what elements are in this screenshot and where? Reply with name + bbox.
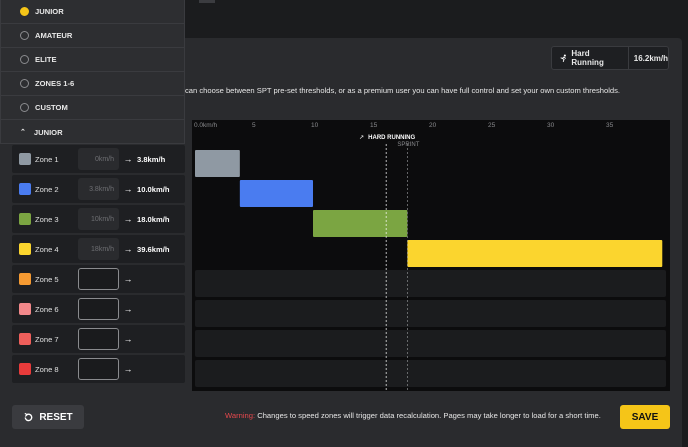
warning-label: Warning: — [225, 411, 256, 420]
empty-zone-row — [195, 360, 666, 387]
zone-max-value: 10.0km/h — [137, 184, 170, 194]
empty-zone-row — [195, 270, 666, 297]
zone-color-swatch[interactable] — [19, 333, 31, 345]
threshold-label: HARD RUNNING — [368, 135, 415, 141]
radio-icon — [20, 79, 29, 88]
level-dropdown-menu: JUNIOR AMATEUR ELITE ZONES 1-6 CUSTOM ⌃ J… — [0, 0, 185, 144]
x-tick-label: 0.0km/h — [194, 122, 218, 129]
arrow-right-icon: → — [123, 214, 133, 224]
zone-min-input[interactable] — [78, 358, 119, 380]
empty-zone-row — [195, 330, 666, 357]
speed-zones-chart: 0.0km/h 5 10 15 20 25 30 35 HARD RUNNINGSPRINT ↗ — [192, 120, 670, 391]
zone-name: Zone 4 — [35, 244, 59, 254]
zone-color-swatch[interactable] — [19, 303, 31, 315]
option-label: ELITE — [35, 55, 57, 64]
hard-running-card: Hard Running 16.2km/h — [551, 46, 669, 70]
zone-min-input[interactable] — [78, 298, 119, 320]
option-custom[interactable]: CUSTOM — [1, 96, 184, 120]
zones-list: Zone 1 0km/h → 3.8km/h Zone 2 3.8km/h → 10.0km/… — [12, 145, 185, 385]
zone-name: Zone 7 — [35, 334, 59, 344]
zone-row: Zone 7 → — [12, 325, 185, 353]
zone-row: Zone 6 → — [12, 295, 185, 323]
zone-min-input[interactable] — [78, 328, 119, 350]
x-tick-label: 15 — [370, 122, 378, 129]
arrow-right-icon: → — [123, 184, 133, 194]
zone-min-input[interactable]: 10km/h — [78, 208, 119, 230]
option-label: CUSTOM — [35, 103, 68, 112]
zone-name: Zone 6 — [35, 304, 59, 314]
zone-min-input[interactable]: 0km/h — [78, 148, 119, 170]
arrow-right-icon: → — [123, 334, 133, 344]
x-tick-label: 25 — [488, 122, 496, 129]
runner-icon — [560, 54, 566, 62]
arrow-right-icon: → — [123, 364, 133, 374]
zone-name: Zone 3 — [35, 214, 59, 224]
arrow-right-icon: → — [123, 304, 133, 314]
zone-max-value: 3.8km/h — [137, 154, 166, 164]
zone-color-swatch[interactable] — [19, 273, 31, 285]
reset-button[interactable]: RESET — [12, 405, 84, 429]
top-mark — [199, 0, 215, 3]
save-button[interactable]: SAVE — [620, 405, 670, 429]
zone-min-input[interactable] — [78, 268, 119, 290]
hard-running-label-box: Hard Running — [552, 47, 629, 69]
zone-max-value: 18.0km/h — [137, 214, 170, 224]
threshold-label: SPRINT — [397, 142, 419, 148]
runner-icon: ↗ — [359, 134, 364, 141]
zone-name: Zone 1 — [35, 154, 59, 164]
x-tick-label: 10 — [311, 122, 319, 129]
empty-zone-row — [195, 300, 666, 327]
top-strip — [185, 0, 688, 38]
zone-min-input[interactable]: 3.8km/h — [78, 178, 119, 200]
zone-row: Zone 1 0km/h → 3.8km/h — [12, 145, 185, 173]
zone-name: Zone 2 — [35, 184, 59, 194]
description-text: can choose between SPT pre-set threshold… — [185, 86, 621, 95]
radio-icon — [20, 55, 29, 64]
radio-icon — [20, 31, 29, 40]
zone-color-swatch[interactable] — [19, 363, 31, 375]
option-label: ZONES 1-6 — [35, 79, 75, 88]
zone-bar — [313, 210, 408, 237]
dropdown-toggle[interactable]: ⌃ JUNIOR — [1, 120, 184, 144]
option-junior[interactable]: JUNIOR — [1, 0, 184, 24]
zone-row: Zone 2 3.8km/h → 10.0km/h — [12, 175, 185, 203]
option-amateur[interactable]: AMATEUR — [1, 24, 184, 48]
arrow-right-icon: → — [123, 154, 133, 164]
arrow-right-icon: → — [123, 244, 133, 254]
zone-bar — [407, 240, 663, 267]
option-label: JUNIOR — [35, 7, 64, 16]
option-elite[interactable]: ELITE — [1, 48, 184, 72]
zone-color-swatch[interactable] — [19, 213, 31, 225]
zone-color-swatch[interactable] — [19, 183, 31, 195]
option-label: AMATEUR — [35, 31, 73, 40]
zone-color-swatch[interactable] — [19, 243, 31, 255]
zone-row: Zone 5 → — [12, 265, 185, 293]
zone-bar — [195, 150, 240, 177]
x-tick-label: 35 — [606, 122, 614, 129]
reset-icon — [24, 412, 33, 421]
reset-label: RESET — [39, 411, 73, 423]
zone-max-value: 39.6km/h — [137, 244, 170, 254]
hard-running-label: Hard Running — [571, 49, 604, 67]
zone-row: Zone 8 → — [12, 355, 185, 383]
x-tick-label: 30 — [547, 122, 555, 129]
zone-row: Zone 3 10km/h → 18.0km/h — [12, 205, 185, 233]
x-tick-label: 20 — [429, 122, 437, 129]
zone-min-input[interactable]: 18km/h — [78, 238, 119, 260]
hard-running-value: 16.2km/h — [633, 53, 668, 63]
warning-text: Changes to speed zones will trigger data… — [255, 411, 601, 420]
chevron-up-icon: ⌃ — [20, 129, 26, 136]
x-tick-label: 5 — [252, 122, 256, 129]
zone-name: Zone 8 — [35, 364, 59, 374]
zone-name: Zone 5 — [35, 274, 59, 284]
current-level: JUNIOR — [33, 127, 63, 137]
radio-icon — [20, 103, 29, 112]
option-zones-1-6[interactable]: ZONES 1-6 — [1, 72, 184, 96]
warning-message: Warning: Changes to speed zones will tri… — [225, 411, 601, 420]
zone-row: Zone 4 18km/h → 39.6km/h — [12, 235, 185, 263]
radio-selected-icon — [20, 7, 29, 16]
arrow-right-icon: → — [123, 274, 133, 284]
zone-bar — [239, 180, 313, 207]
zone-color-swatch[interactable] — [19, 153, 31, 165]
